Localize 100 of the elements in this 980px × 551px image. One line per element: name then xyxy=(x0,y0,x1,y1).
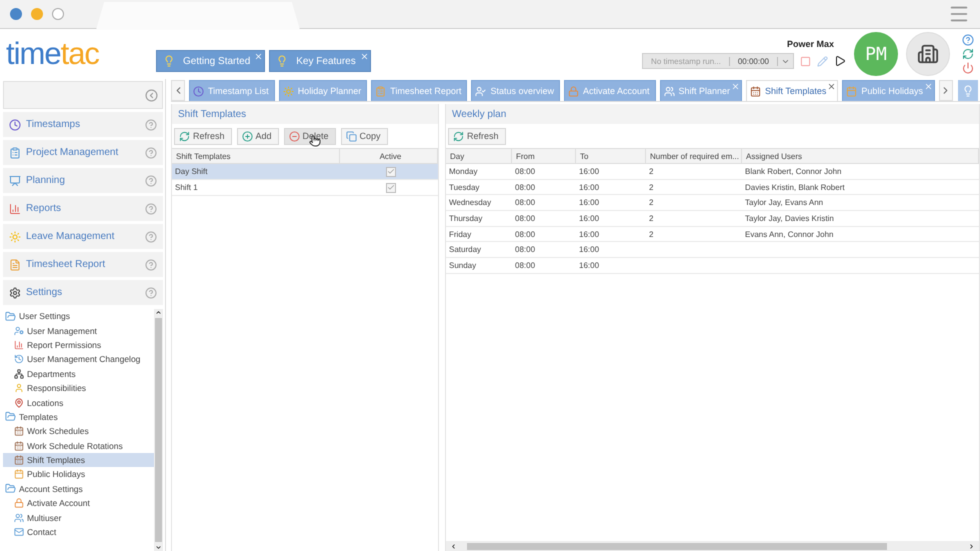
help-icon[interactable] xyxy=(145,230,157,242)
item-label: User Management Changelog xyxy=(27,354,140,364)
tips-button[interactable] xyxy=(958,80,978,101)
toolbar-button[interactable]: Copy xyxy=(340,128,388,144)
collapse-icon[interactable] xyxy=(145,88,158,102)
tree-item[interactable]: Contact xyxy=(3,524,154,540)
checkbox[interactable] xyxy=(386,166,396,176)
tree-item[interactable]: User Management Changelog xyxy=(3,352,154,367)
tree-item[interactable]: User Management xyxy=(3,323,154,338)
folder-icon xyxy=(5,310,16,322)
table-row[interactable]: Shift 1 xyxy=(172,180,438,196)
section-label: Planning xyxy=(26,175,65,186)
tree-item[interactable]: Responsibilities xyxy=(3,380,154,396)
table-cell-text: 08:00 xyxy=(514,260,536,272)
help-icon[interactable] xyxy=(145,286,157,298)
window-dot[interactable] xyxy=(10,8,22,20)
scroll-left-button[interactable] xyxy=(171,80,185,101)
sidebar-section[interactable]: Project Management xyxy=(3,140,163,165)
stop-icon[interactable] xyxy=(800,56,811,66)
settings-icon xyxy=(9,286,21,298)
help-icon[interactable] xyxy=(962,34,974,46)
sidebar-section[interactable]: Settings xyxy=(3,280,163,305)
table-cell-text: 16:00 xyxy=(578,260,600,272)
tree-item[interactable]: Work Schedule Rotations xyxy=(3,438,154,453)
section-label: Reports xyxy=(26,203,62,214)
tree-item[interactable]: Locations xyxy=(3,395,154,410)
power-icon[interactable] xyxy=(962,62,974,74)
lightbulb-icon xyxy=(163,55,175,67)
scroll-right-icon[interactable] xyxy=(968,542,975,550)
refresh-icon xyxy=(179,130,190,142)
table-cell-text: Friday xyxy=(448,228,472,241)
window-dot[interactable] xyxy=(31,8,43,20)
scroll-right-button[interactable] xyxy=(938,80,953,101)
column-header[interactable]: Active xyxy=(340,149,438,163)
tree-item[interactable]: Public Holidays xyxy=(3,467,154,482)
help-icon[interactable] xyxy=(145,118,157,130)
scroll-left-icon[interactable] xyxy=(450,542,457,550)
section-label: Settings xyxy=(26,287,62,298)
clipboard-icon xyxy=(375,86,386,96)
column-header[interactable]: From xyxy=(512,149,576,163)
refresh-icon xyxy=(453,130,464,142)
tree-item[interactable]: Departments xyxy=(3,366,154,381)
tree-item[interactable]: Work Schedules xyxy=(3,424,154,439)
scroll-down-icon[interactable] xyxy=(155,544,162,551)
table-cell-text: Monday xyxy=(448,166,478,178)
table-cell-text: 2 xyxy=(648,166,654,178)
play-icon[interactable] xyxy=(834,55,846,67)
document-icon xyxy=(9,258,21,270)
sidebar-section[interactable]: Leave Management xyxy=(3,224,163,249)
edit-icon[interactable] xyxy=(817,56,828,66)
table-cell-text: 2 xyxy=(648,212,654,225)
column-header[interactable]: Day xyxy=(446,149,512,163)
sidebar-section[interactable]: Planning xyxy=(3,168,163,193)
checkbox[interactable] xyxy=(386,182,396,192)
sidebar-section[interactable]: Reports xyxy=(3,196,163,221)
tree-item[interactable]: Shift Templates xyxy=(3,452,154,468)
table-cell-text: 2 xyxy=(648,228,654,241)
tab[interactable]: Shift Templates xyxy=(746,80,838,101)
sidebar-section[interactable]: Timesheet Report xyxy=(3,252,163,277)
tree-item[interactable]: Multiuser xyxy=(3,510,154,525)
tree-item[interactable]: Activate Account xyxy=(3,496,154,510)
horizontal-scrollbar[interactable] xyxy=(446,541,979,551)
toolbar-button[interactable]: Add xyxy=(236,128,279,144)
table-cell-text: Wednesday xyxy=(448,197,492,210)
sidebar-section[interactable]: Timestamps xyxy=(3,112,163,137)
tree-folder[interactable]: Templates xyxy=(3,410,154,424)
tree-folder[interactable]: User Settings xyxy=(3,309,154,324)
folder-icon xyxy=(5,483,16,494)
timestamp-field[interactable]: No timestamp run... 00:00:00 xyxy=(642,53,794,69)
scrollbar[interactable] xyxy=(154,309,163,551)
user-name: Power Max xyxy=(786,39,834,49)
table-cell-text: 16:00 xyxy=(578,197,600,210)
help-icon[interactable] xyxy=(145,258,157,270)
company-button[interactable] xyxy=(906,32,950,76)
user-icon xyxy=(475,86,486,96)
item-label: Shift Templates xyxy=(27,455,85,466)
refresh-icon[interactable] xyxy=(962,48,974,60)
column-header[interactable]: To xyxy=(576,149,646,163)
table-row[interactable]: Day Shift xyxy=(172,164,438,180)
tree-folder[interactable]: Account Settings xyxy=(3,482,154,496)
table-cell-text: 16:00 xyxy=(578,182,600,194)
users-icon xyxy=(664,86,675,96)
table-cell-text: Taylor Jay, Davies Kristin xyxy=(744,212,835,225)
column-header[interactable]: Assigned Users xyxy=(742,149,979,163)
tree-item[interactable]: Report Permissions xyxy=(3,338,154,352)
calendar-icon xyxy=(14,440,24,451)
help-icon[interactable] xyxy=(145,202,157,214)
refresh-button[interactable]: Refresh xyxy=(448,128,506,144)
scroll-up-icon[interactable] xyxy=(155,309,162,316)
window-dot[interactable] xyxy=(52,8,64,20)
sun-icon xyxy=(9,230,21,242)
bar-chart-icon xyxy=(14,340,24,350)
clock-icon xyxy=(193,86,204,96)
column-header[interactable]: Shift Templates xyxy=(172,149,340,163)
column-header[interactable]: Number of required em... xyxy=(646,149,742,163)
help-icon[interactable] xyxy=(145,146,157,158)
section-label: Timesheet Report xyxy=(26,259,106,270)
help-icon[interactable] xyxy=(145,174,157,186)
close-icon[interactable] xyxy=(827,82,836,91)
toolbar-button[interactable]: Refresh xyxy=(174,128,232,144)
